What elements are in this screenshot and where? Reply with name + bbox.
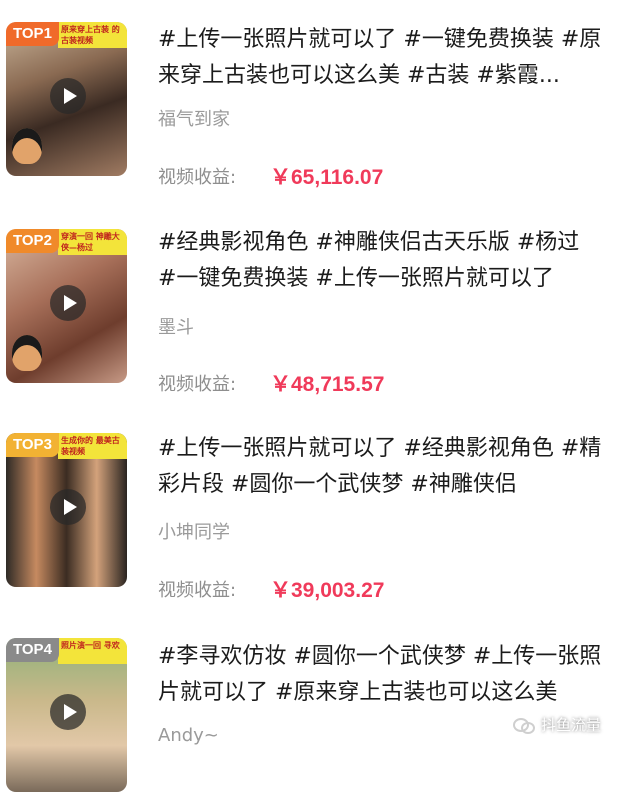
video-title[interactable]: #上传一张照片就可以了 #一键免费换装 #原来穿上古装也可以这么美 #古装 #紫… <box>158 22 603 94</box>
play-icon[interactable] <box>50 489 86 525</box>
author-name[interactable]: 福气到家 <box>158 105 230 131</box>
author-name[interactable]: 墨斗 <box>158 313 194 339</box>
earnings-label: 视频收益: <box>158 580 237 601</box>
rank-badge: TOP2 <box>6 229 59 253</box>
rank-badge: TOP4 <box>6 638 59 662</box>
thumbnail-caption: 照片演一回 寻欢 <box>58 638 127 664</box>
video-title[interactable]: #李寻欢仿妆 #圆你一个武侠梦 #上传一张照片就可以了 #原来穿上古装也可以这么… <box>158 639 603 711</box>
play-icon[interactable] <box>50 78 86 114</box>
earnings-value: ￥48,715.57 <box>270 373 385 396</box>
watermark-text: 抖鱼流量 <box>540 716 601 734</box>
rank-badge: TOP1 <box>6 22 59 46</box>
earnings-label: 视频收益: <box>158 374 237 395</box>
thumbnail-caption: 生成你的 最美古装视频 <box>58 433 127 459</box>
author-name[interactable]: Andy~ <box>158 725 219 746</box>
video-thumbnail[interactable]: 照片演一回 寻欢 TOP4 <box>6 638 127 792</box>
earnings-value: ￥65,116.07 <box>270 166 384 189</box>
play-icon[interactable] <box>50 694 86 730</box>
video-thumbnail[interactable]: 原来穿上古装 的古装视频 TOP1 <box>6 22 127 176</box>
video-thumbnail[interactable]: 生成你的 最美古装视频 TOP3 <box>6 433 127 587</box>
video-title[interactable]: #上传一张照片就可以了 #经典影视角色 #精彩片段 #圆你一个武侠梦 #神雕侠侣 <box>158 431 603 503</box>
video-title[interactable]: #经典影视角色 #神雕侠侣古天乐版 #杨过 #一键免费换装 #上传一张照片就可以… <box>158 225 603 297</box>
watermark: 抖鱼流量 <box>512 714 601 735</box>
creator-face <box>12 128 42 164</box>
author-name[interactable]: 小坤同学 <box>158 518 230 544</box>
thumbnail-caption: 原来穿上古装 的古装视频 <box>58 22 127 48</box>
video-thumbnail[interactable]: 穿演一回 神雕大侠—杨过 TOP2 <box>6 229 127 383</box>
rank-badge: TOP3 <box>6 433 59 457</box>
wechat-icon <box>512 716 535 734</box>
creator-face <box>12 335 42 371</box>
thumbnail-caption: 穿演一回 神雕大侠—杨过 <box>58 229 127 255</box>
play-icon[interactable] <box>50 285 86 321</box>
earnings-value: ￥39,003.27 <box>270 579 385 602</box>
earnings-label: 视频收益: <box>158 167 237 188</box>
